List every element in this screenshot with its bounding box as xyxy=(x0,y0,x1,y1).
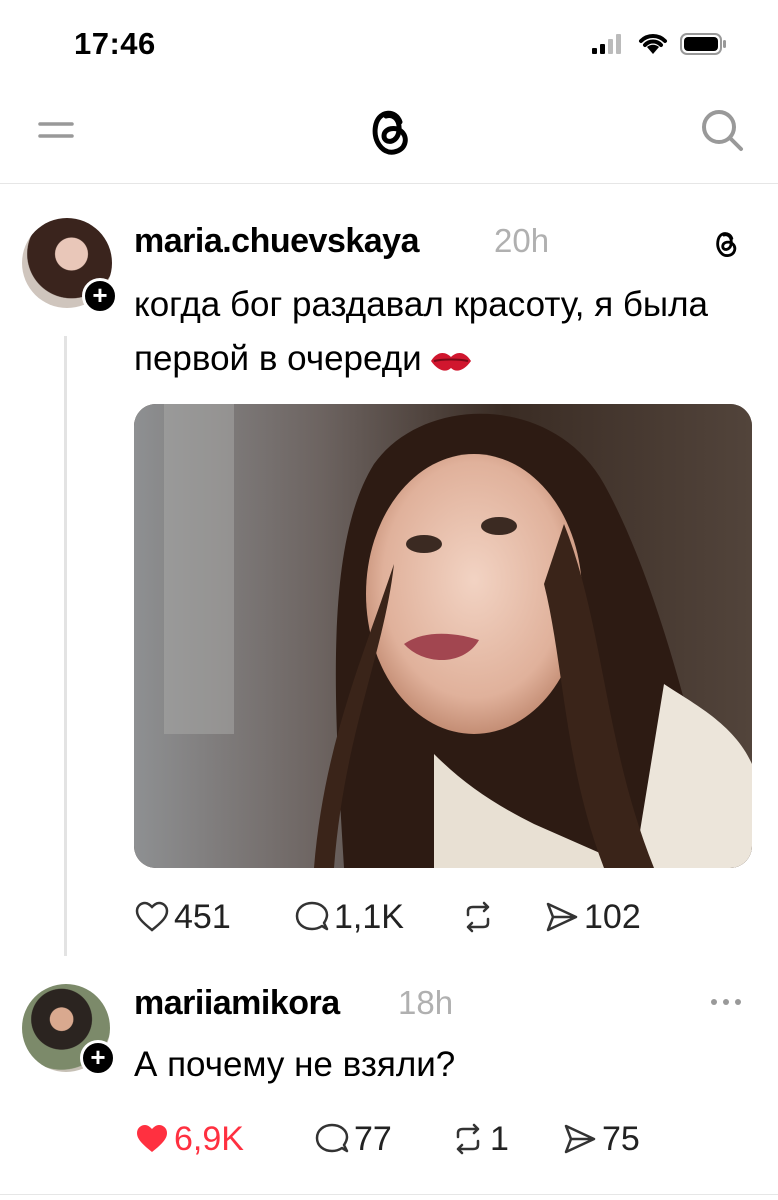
send-icon xyxy=(564,1124,596,1154)
follow-button[interactable]: + xyxy=(80,1040,116,1076)
menu-icon[interactable] xyxy=(36,110,76,150)
search-icon[interactable] xyxy=(698,106,746,154)
repost-button[interactable]: 1 xyxy=(450,1114,509,1164)
divider xyxy=(0,1194,778,1195)
send-icon xyxy=(546,902,578,932)
reply-text: А почему не взяли? xyxy=(134,1045,456,1084)
reply-post: + mariiamikora 18h А почему не взяли? 6,… xyxy=(0,964,778,1200)
post-text-content: когда бог раздавал красоту, я была перво… xyxy=(134,285,708,378)
like-count: 451 xyxy=(174,897,231,936)
more-options-icon[interactable] xyxy=(706,992,746,1012)
repost-count: 1 xyxy=(490,1119,509,1158)
repost-button[interactable] xyxy=(460,892,500,942)
post-actions: 451 1,1K 102 xyxy=(134,892,754,942)
reply-button[interactable]: 77 xyxy=(314,1114,392,1164)
app-header xyxy=(0,88,778,184)
reply-count: 1,1K xyxy=(334,897,404,936)
comment-icon xyxy=(295,901,329,931)
post-username[interactable]: maria.chuevskaya xyxy=(134,222,419,261)
status-bar: 17:46 xyxy=(0,0,778,88)
portrait-photo-image xyxy=(134,404,752,868)
reply-actions: 6,9K 77 1 75 xyxy=(134,1114,754,1164)
threads-icon[interactable] xyxy=(708,226,742,260)
reply-button[interactable]: 1,1K xyxy=(294,892,404,942)
kiss-mark-icon xyxy=(430,352,471,371)
heart-icon xyxy=(135,901,169,932)
threads-logo-icon[interactable] xyxy=(362,100,414,160)
like-button[interactable]: 451 xyxy=(134,892,231,942)
share-button[interactable]: 102 xyxy=(544,892,641,942)
repost-icon xyxy=(456,1123,480,1155)
post-text: когда бог раздавал красоту, я была перво… xyxy=(134,278,754,386)
status-time: 17:46 xyxy=(74,26,156,61)
post: + maria.chuevskaya 20h когда бог раздава… xyxy=(0,184,778,964)
reply-count: 77 xyxy=(354,1119,392,1158)
like-button[interactable]: 6,9K xyxy=(134,1114,244,1164)
post-photo[interactable] xyxy=(134,404,752,868)
repost-icon xyxy=(466,901,490,933)
post-timestamp: 20h xyxy=(494,222,550,259)
share-button[interactable]: 75 xyxy=(562,1114,640,1164)
cellular-signal-icon xyxy=(592,34,621,54)
wifi-icon xyxy=(639,34,667,54)
like-count: 6,9K xyxy=(174,1119,244,1158)
comment-icon xyxy=(315,1123,349,1153)
follow-button[interactable]: + xyxy=(82,278,118,314)
reply-username[interactable]: mariiamikora xyxy=(134,984,340,1023)
battery-icon xyxy=(680,33,726,55)
share-count: 102 xyxy=(584,897,641,936)
reply-timestamp: 18h xyxy=(398,984,454,1021)
thread-line xyxy=(64,336,67,956)
heart-filled-icon xyxy=(137,1125,167,1152)
share-count: 75 xyxy=(602,1119,640,1158)
